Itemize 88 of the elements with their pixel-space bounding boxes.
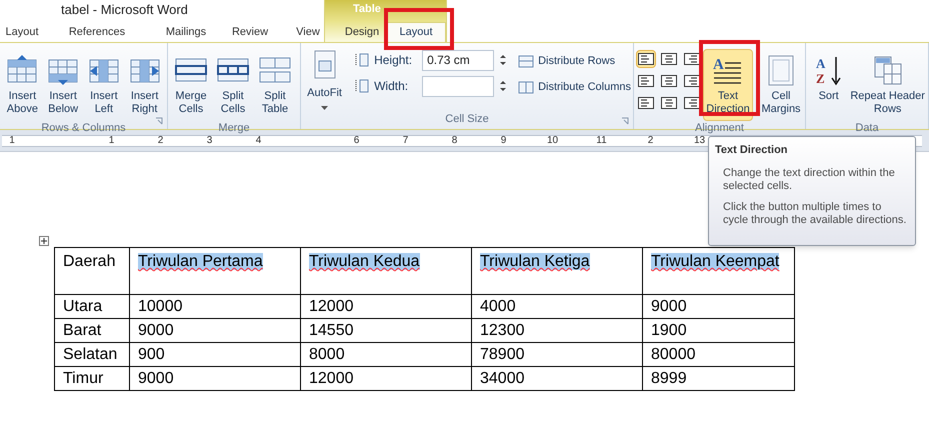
ruler-number: 6 xyxy=(354,136,360,146)
distribute-button[interactable]: Distribute Rows xyxy=(518,51,631,71)
row-height-icon xyxy=(354,53,370,67)
table-cell: 14550 xyxy=(300,318,472,342)
table-cell: 12000 xyxy=(300,294,472,318)
spinner-icon[interactable] xyxy=(498,78,508,94)
ribbon-button[interactable]: Insert Above xyxy=(2,49,43,121)
align-button[interactable] xyxy=(682,94,702,112)
spinner-icon[interactable] xyxy=(498,52,508,68)
align-button[interactable] xyxy=(659,72,679,90)
distribute-button[interactable]: Distribute Columns xyxy=(518,77,631,97)
ruler-number: 7 xyxy=(402,136,408,146)
field-label: Height: xyxy=(374,52,414,69)
align-button[interactable] xyxy=(682,72,702,90)
column-width-icon xyxy=(354,79,370,93)
ribbon-button[interactable]: Insert Right xyxy=(124,49,165,121)
ruler-number: 2 xyxy=(158,136,164,146)
ribbon-button[interactable]: Split Cells xyxy=(212,49,254,121)
table-cell: 1900 xyxy=(642,318,794,342)
table-cell: 8999 xyxy=(642,366,794,390)
ribbon-tab[interactable]: References xyxy=(44,22,150,42)
highlight-frame xyxy=(384,8,454,50)
ruler-number: 4 xyxy=(256,136,262,146)
table-cell: 9000 xyxy=(130,366,300,390)
table-cell: 80000 xyxy=(642,342,794,366)
table-header-cell: Daerah xyxy=(54,248,130,294)
table-cell: 34000 xyxy=(472,366,642,390)
table-cell: 12000 xyxy=(300,366,472,390)
table-header-cell: Triwulan Ketiga xyxy=(472,248,642,294)
table-cell: Utara xyxy=(54,294,130,318)
table-cell: 12300 xyxy=(472,318,642,342)
align-button[interactable] xyxy=(682,50,702,68)
table-cell: Barat xyxy=(54,318,130,342)
table-move-handle-icon[interactable] xyxy=(39,236,49,246)
distribute-rows-icon xyxy=(518,54,534,68)
ribbon-tab[interactable]: Review xyxy=(222,22,278,42)
width-field[interactable] xyxy=(422,76,494,96)
table-cell: 9000 xyxy=(130,318,300,342)
ruler-number: 1 xyxy=(9,136,15,146)
table-cell: 8000 xyxy=(300,342,472,366)
ribbon-button[interactable]: Insert Left xyxy=(84,49,124,121)
ruler-number: 1 xyxy=(108,136,114,146)
ribbon-button[interactable]: Repeat Header Rows xyxy=(849,49,926,121)
tooltip-title: Text Direction xyxy=(715,143,789,158)
ribbon-button[interactable]: A Z Sort xyxy=(808,49,850,108)
table-cell: 9000 xyxy=(642,294,794,318)
table-cell: 4000 xyxy=(472,294,642,318)
ruler-number: 10 xyxy=(546,136,558,146)
align-button[interactable] xyxy=(636,94,656,112)
table-cell: 10000 xyxy=(130,294,300,318)
ribbon-button[interactable]: Merge Cells xyxy=(170,49,212,121)
align-button[interactable] xyxy=(659,50,679,68)
autofit-button[interactable]: AutoFit xyxy=(303,49,346,110)
ribbon-tab[interactable]: Design xyxy=(338,22,386,42)
table-header-cell: Triwulan Keempat xyxy=(642,248,794,294)
autofit-icon xyxy=(312,49,338,81)
ribbon-tab[interactable]: Mailings xyxy=(150,22,222,42)
align-button[interactable] xyxy=(636,72,656,90)
ruler-number: 8 xyxy=(452,136,458,146)
align-button[interactable] xyxy=(636,50,656,68)
table-header-cell: Triwulan Pertama xyxy=(130,248,300,294)
field-label: Width: xyxy=(374,78,410,95)
tooltip-text: Change the text direction within the selected cells. xyxy=(723,166,896,192)
table-cell: Selatan xyxy=(54,342,130,366)
ruler-number: 11 xyxy=(596,136,607,146)
ribbon-button[interactable]: Split Table xyxy=(254,49,296,121)
align-button[interactable] xyxy=(659,94,679,112)
ruler-number: 13 xyxy=(694,136,706,146)
contextual-tab-title: Table xyxy=(353,2,381,17)
ruler-number: 2 xyxy=(648,136,654,146)
ribbon-tab[interactable]: Layout xyxy=(0,22,44,42)
ribbon-button[interactable]: Cell Margins xyxy=(759,49,803,121)
ribbon-button[interactable]: A Text Direction xyxy=(703,49,753,121)
table-header-cell: Triwulan Kedua xyxy=(300,248,472,294)
distribute-columns-icon xyxy=(518,80,534,94)
tooltip-text: Click the button multiple times to cycle through the available directions. xyxy=(723,200,908,226)
group-label: Cell Size xyxy=(445,112,489,126)
ruler-number: 9 xyxy=(500,136,506,146)
ribbon-tab[interactable]: View xyxy=(278,22,338,42)
ruler-number: 3 xyxy=(206,136,212,146)
dropdown-arrow-icon xyxy=(321,106,328,110)
height-field[interactable]: 0.73 cm xyxy=(422,50,494,70)
ribbon-tab[interactable]: Layout xyxy=(386,22,446,42)
window-title: tabel - Microsoft Word xyxy=(61,1,188,19)
table-cell: Timur xyxy=(54,366,130,390)
table-cell: 78900 xyxy=(472,342,642,366)
table-cell: 900 xyxy=(130,342,300,366)
ribbon-button[interactable]: Insert Below xyxy=(42,49,84,121)
